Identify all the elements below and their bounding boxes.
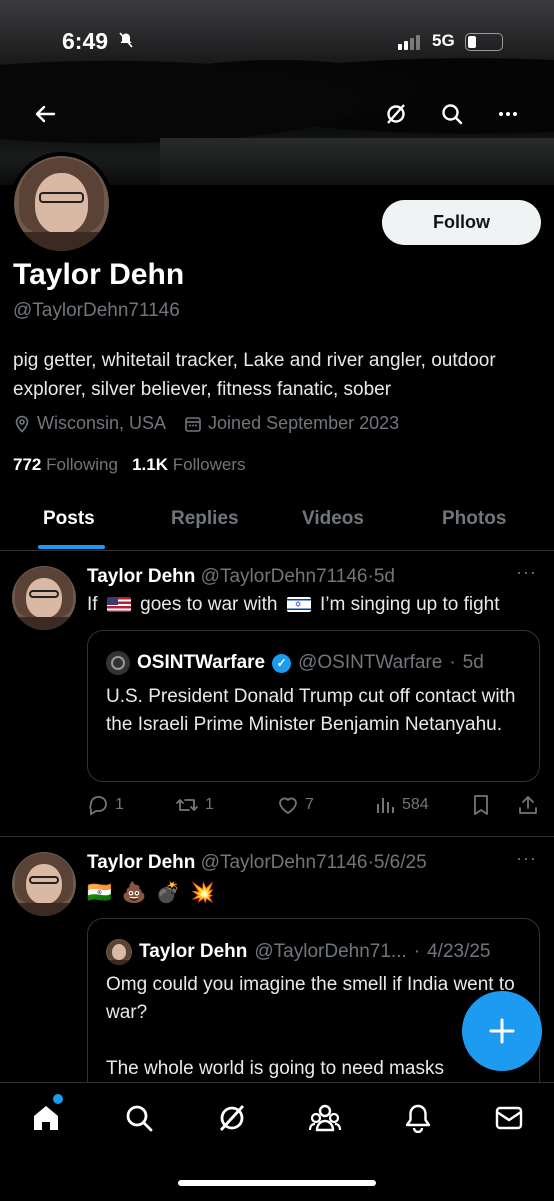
post-author-handle: @TaylorDehn71146 [200,852,368,873]
back-arrow-icon[interactable] [29,98,61,130]
location-icon [15,415,29,433]
post-author-name: Taylor Dehn [87,566,196,587]
reply-icon [89,796,107,816]
tab-replies[interactable]: Replies [171,508,239,530]
quoted-post-text: U.S. President Donald Trump cut off cont… [106,686,516,735]
post-more-icon[interactable]: ··· [516,562,537,583]
grok-tab[interactable] [215,1101,249,1135]
search-icon[interactable] [436,98,468,130]
communities-icon [308,1104,342,1132]
repost-count: 1 [205,796,214,813]
notifications-tab[interactable] [401,1101,435,1135]
views-button[interactable]: 584 [374,794,429,816]
like-count: 7 [305,796,314,813]
quoted-author-name: OSINTWarfare [137,652,266,673]
calendar-icon [185,416,201,432]
profile-handle: @TaylorDehn71146 [13,300,180,321]
compose-post-button[interactable] [462,991,542,1071]
more-options-icon[interactable] [492,98,524,130]
post-time: 5/6/25 [373,852,427,873]
envelope-icon [495,1106,523,1130]
profile-joined: Joined September 2023 [208,413,400,433]
signal-icon [398,34,420,50]
post-divider [0,836,554,837]
post-author[interactable]: Taylor Dehn @TaylorDehn71146·5d [87,566,395,588]
israel-flag-icon: ✡ [286,597,311,613]
views-icon [377,798,394,813]
quoted-author-handle: @OSINTWarfare [298,652,443,673]
followers-link[interactable]: 1.1K Followers [132,455,245,474]
home-indicator[interactable] [178,1180,376,1186]
home-icon [34,1106,58,1130]
profile-tabs: Posts Replies Videos Photos [0,500,554,551]
followers-count: 1.1K [132,455,169,474]
post-author-name: Taylor Dehn [87,852,196,873]
profile-name: Taylor Dehn [13,258,185,291]
messages-tab[interactable] [492,1101,526,1135]
quoted-post[interactable]: OSINTWarfare ✓ @OSINTWarfare · 5d U.S. Pre… [87,630,540,782]
bookmark-icon [474,795,488,815]
quoted-post-header: OSINTWarfare ✓ @OSINTWarfare · 5d [106,651,484,675]
quoted-post-header: Taylor Dehn @TaylorDehn71... · 4/23/25 [106,939,491,965]
network-label: 5G [432,31,455,50]
reply-count: 1 [115,796,124,813]
follow-button[interactable]: Follow [382,200,541,245]
battery-icon [465,33,503,51]
bell-icon [405,1104,431,1133]
tab-posts[interactable]: Posts [43,508,95,530]
quoted-post-time: 4/23/25 [427,941,491,962]
home-tab[interactable] [29,1101,63,1135]
post-actions: 1 1 7 584 [87,794,542,822]
search-icon [126,1105,153,1132]
post-author[interactable]: Taylor Dehn @TaylorDehn71146·5/6/25 [87,852,427,874]
following-label: Following [46,455,118,474]
silent-bell-icon [118,32,134,53]
active-tab-indicator [38,545,105,549]
quoted-avatar [106,939,132,965]
status-time: 6:49 [62,28,109,54]
plus-icon [489,1018,515,1044]
quoted-post-time: 5d [462,652,484,673]
quoted-avatar [106,651,130,675]
quoted-author-name: Taylor Dehn [139,941,248,962]
grok-icon[interactable] [380,98,412,130]
post-time: 5d [373,566,395,587]
share-button[interactable] [517,794,539,816]
profile-avatar[interactable] [10,152,113,255]
post-more-icon[interactable]: ··· [516,848,537,869]
post-avatar[interactable] [12,566,76,630]
post-author-handle: @TaylorDehn71146 [200,566,368,587]
post-text: If goes to war with ✡ I’m singing up to … [87,594,500,615]
profile-bio: pig getter, whitetail tracker, Lake and … [13,350,496,400]
post-avatar[interactable] [12,852,76,916]
grok-icon [219,1105,245,1131]
following-link[interactable]: 772 Following [13,455,118,474]
tab-photos[interactable]: Photos [442,508,506,530]
profile-meta: Wisconsin, USA Joined September 2023 [13,413,399,434]
communities-tab[interactable] [308,1101,342,1135]
repost-button[interactable]: 1 [175,794,214,816]
view-count: 584 [402,796,429,813]
search-tab[interactable] [122,1101,156,1135]
status-bar: 6:49 5G [0,28,554,58]
banner-water [160,138,554,185]
home-notification-dot [53,1094,63,1104]
reply-button[interactable]: 1 [87,794,124,816]
verified-badge-icon: ✓ [272,653,292,673]
heart-icon [279,797,297,815]
like-button[interactable]: 7 [277,794,314,816]
followers-label: Followers [172,455,246,474]
quoted-author-handle: @TaylorDehn71... [254,941,407,962]
following-count: 772 [13,455,42,474]
follow-counts: 772 Following 1.1K Followers [13,455,246,475]
post-text: 🇮🇳 💩 💣 💥 [87,882,218,904]
share-icon [519,796,537,814]
bookmark-button[interactable] [471,794,491,816]
us-flag-icon [106,597,131,613]
repost-icon [176,799,198,811]
tab-videos[interactable]: Videos [302,508,364,530]
profile-location: Wisconsin, USA [37,413,167,433]
